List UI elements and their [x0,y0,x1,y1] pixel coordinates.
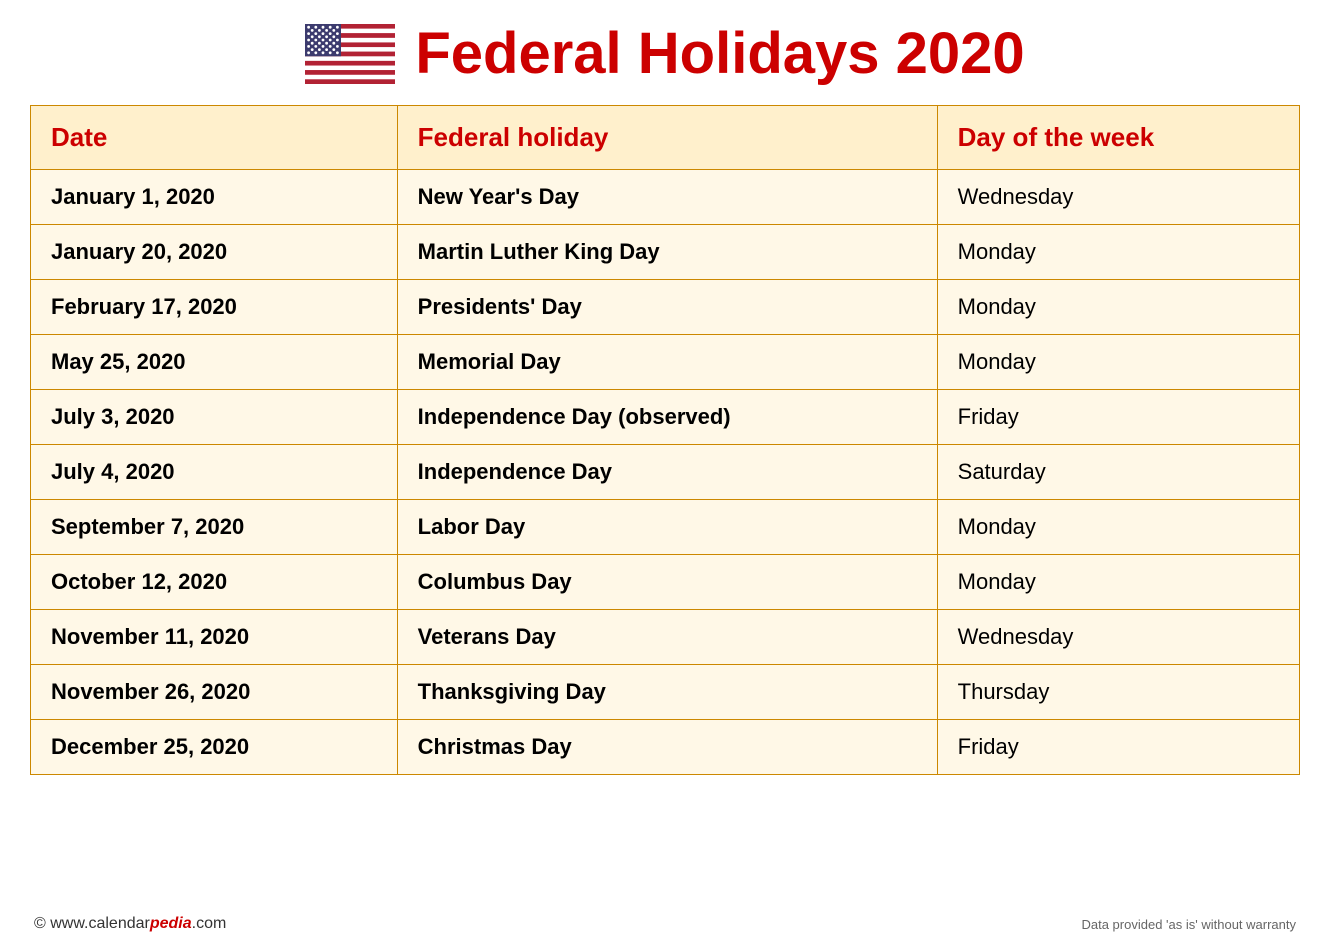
holidays-table-container: Date Federal holiday Day of the week Jan… [30,105,1300,909]
cell-holiday: New Year's Day [397,170,937,225]
table-row: November 26, 2020Thanksgiving DayThursda… [31,665,1300,720]
cell-date: May 25, 2020 [31,335,398,390]
cell-day: Friday [937,720,1299,775]
table-row: December 25, 2020Christmas DayFriday [31,720,1300,775]
cell-date: October 12, 2020 [31,555,398,610]
page-title: Federal Holidays 2020 [415,20,1024,87]
page-header: Federal Holidays 2020 [30,20,1300,87]
table-row: July 4, 2020Independence DaySaturday [31,445,1300,500]
table-row: February 17, 2020Presidents' DayMonday [31,280,1300,335]
col-header-day: Day of the week [937,106,1299,170]
cell-date: December 25, 2020 [31,720,398,775]
cell-day: Monday [937,280,1299,335]
table-header-row: Date Federal holiday Day of the week [31,106,1300,170]
col-header-holiday: Federal holiday [397,106,937,170]
holidays-table: Date Federal holiday Day of the week Jan… [30,105,1300,775]
cell-day: Monday [937,555,1299,610]
footer-disclaimer: Data provided 'as is' without warranty [1081,917,1296,932]
table-row: October 12, 2020Columbus DayMonday [31,555,1300,610]
cell-date: November 11, 2020 [31,610,398,665]
cell-day: Wednesday [937,170,1299,225]
cell-holiday: Columbus Day [397,555,937,610]
table-row: September 7, 2020Labor DayMonday [31,500,1300,555]
table-row: January 1, 2020New Year's DayWednesday [31,170,1300,225]
cell-day: Monday [937,335,1299,390]
cell-holiday: Independence Day [397,445,937,500]
cell-date: November 26, 2020 [31,665,398,720]
table-row: May 25, 2020Memorial DayMonday [31,335,1300,390]
page-footer: © www.calendarpedia.com Data provided 'a… [30,915,1300,933]
table-row: November 11, 2020Veterans DayWednesday [31,610,1300,665]
cell-day: Saturday [937,445,1299,500]
table-row: January 20, 2020Martin Luther King DayMo… [31,225,1300,280]
cell-date: July 4, 2020 [31,445,398,500]
cell-holiday: Christmas Day [397,720,937,775]
col-header-date: Date [31,106,398,170]
table-row: July 3, 2020Independence Day (observed)F… [31,390,1300,445]
footer-copyright: © www.calendarpedia.com [34,915,226,933]
cell-date: January 20, 2020 [31,225,398,280]
cell-day: Monday [937,500,1299,555]
cell-day: Wednesday [937,610,1299,665]
cell-day: Friday [937,390,1299,445]
cell-holiday: Thanksgiving Day [397,665,937,720]
cell-holiday: Veterans Day [397,610,937,665]
cell-holiday: Independence Day (observed) [397,390,937,445]
cell-day: Monday [937,225,1299,280]
footer-brand-italic: pedia [150,915,192,932]
us-flag-icon [305,24,395,84]
cell-date: July 3, 2020 [31,390,398,445]
cell-holiday: Martin Luther King Day [397,225,937,280]
cell-holiday: Presidents' Day [397,280,937,335]
cell-date: January 1, 2020 [31,170,398,225]
cell-holiday: Labor Day [397,500,937,555]
cell-day: Thursday [937,665,1299,720]
cell-holiday: Memorial Day [397,335,937,390]
cell-date: September 7, 2020 [31,500,398,555]
cell-date: February 17, 2020 [31,280,398,335]
